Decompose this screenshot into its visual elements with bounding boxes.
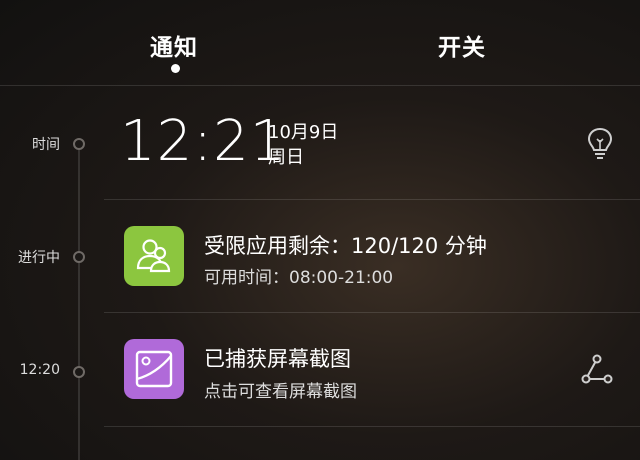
tab-toggles[interactable]: 开关	[438, 28, 486, 62]
users-icon	[124, 226, 184, 286]
timeline-line	[78, 148, 80, 460]
row-divider	[104, 199, 640, 200]
timeline-label-in-progress: 进行中	[18, 250, 60, 266]
date-text: 10月9日	[268, 122, 339, 143]
timeline-dot	[73, 366, 85, 378]
image-icon	[124, 339, 184, 399]
notification-title: 已捕获屏幕截图	[204, 347, 351, 371]
timeline-label-time: 时间	[32, 137, 60, 153]
timeline-dot	[73, 138, 85, 150]
tab-bar: 通知 开关	[0, 0, 640, 86]
tab-notifications[interactable]: 通知	[150, 28, 198, 62]
clock-time: 12:21	[120, 109, 287, 174]
weekday-text: 周日	[268, 147, 304, 168]
notification-subtitle: 点击可查看屏幕截图	[204, 382, 357, 402]
timeline-dot	[73, 251, 85, 263]
clock-date: 10月9日 周日	[268, 120, 338, 170]
share-icon[interactable]	[580, 352, 614, 386]
notification-subtitle: 可用时间：08:00-21:00	[204, 268, 394, 288]
row-divider	[104, 426, 640, 427]
lightbulb-icon[interactable]	[584, 126, 616, 162]
row-divider	[104, 312, 640, 313]
timeline-label-timestamp: 12:20	[19, 362, 60, 378]
notification-title: 受限应用剩余：120/120 分钟	[204, 234, 487, 258]
active-tab-indicator	[171, 64, 180, 73]
header-divider	[0, 85, 640, 86]
